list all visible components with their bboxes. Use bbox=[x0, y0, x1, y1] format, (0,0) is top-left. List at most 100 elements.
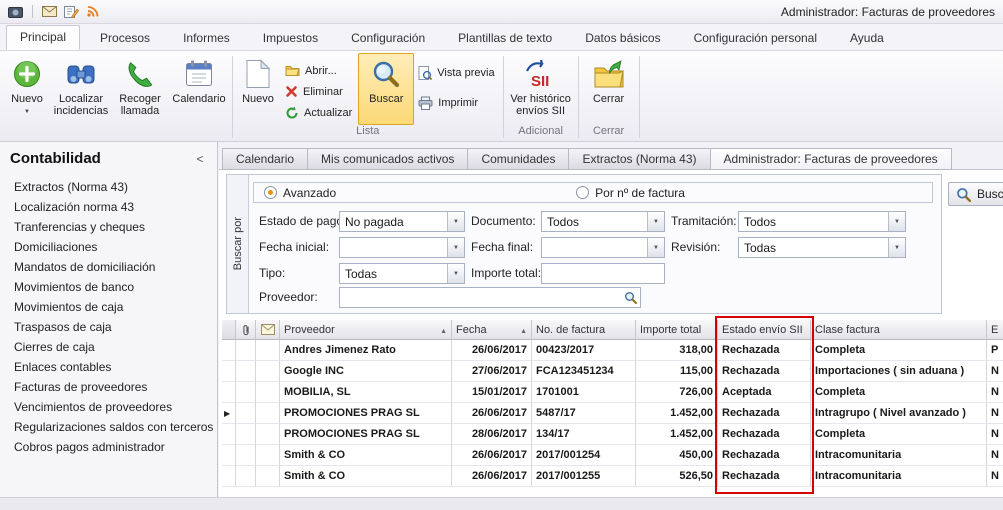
column-header-no-factura[interactable]: No. de factura bbox=[532, 320, 636, 340]
mail-column-header[interactable] bbox=[256, 320, 280, 340]
imprimir-button[interactable]: Imprimir bbox=[414, 93, 500, 113]
notes-icon[interactable] bbox=[64, 5, 79, 18]
cell-estado-pago[interactable]: N bbox=[987, 466, 1003, 487]
cell-importe-total[interactable]: 115,00 bbox=[636, 361, 718, 382]
fecha-final-select[interactable] bbox=[541, 237, 665, 258]
cell-fecha[interactable]: 26/06/2017 bbox=[452, 466, 532, 487]
sidebar-item-enlaces-contables[interactable]: Enlaces contables bbox=[0, 357, 217, 377]
buscar-go-button[interactable]: Buscar bbox=[948, 182, 1003, 206]
cell-no-factura[interactable]: 1701001 bbox=[532, 382, 636, 403]
mail-icon[interactable] bbox=[42, 6, 57, 17]
chevron-down-icon[interactable] bbox=[888, 212, 905, 231]
cell-fecha[interactable]: 27/06/2017 bbox=[452, 361, 532, 382]
cell-importe-total[interactable]: 726,00 bbox=[636, 382, 718, 403]
column-header-proveedor[interactable]: Proveedor bbox=[280, 320, 452, 340]
ver-historico-sii-button[interactable]: SII Ver histórico envíos SII bbox=[506, 53, 576, 125]
sidebar-item-regularizaciones-saldos[interactable]: Regularizaciones saldos con terceros bbox=[0, 417, 217, 437]
cell-clase-factura[interactable]: Completa bbox=[811, 340, 987, 361]
fecha-inicial-select[interactable] bbox=[339, 237, 465, 258]
collapse-sidebar-icon[interactable] bbox=[193, 152, 207, 166]
cell-estado-pago[interactable]: N bbox=[987, 382, 1003, 403]
cell-proveedor[interactable]: Smith & CO bbox=[280, 466, 452, 487]
cell-importe-total[interactable]: 526,50 bbox=[636, 466, 718, 487]
abrir-button[interactable]: Abrir... bbox=[281, 61, 358, 80]
cell-estado-envio-sii[interactable]: Rechazada bbox=[718, 445, 811, 466]
cell-proveedor[interactable]: PROMOCIONES PRAG SL bbox=[280, 424, 452, 445]
sidebar-item-extractos-norma-43[interactable]: Extractos (Norma 43) bbox=[0, 177, 217, 197]
cell-no-factura[interactable]: 00423/2017 bbox=[532, 340, 636, 361]
chevron-down-icon[interactable] bbox=[888, 238, 905, 257]
ribbon-tab-datos-basicos[interactable]: Datos básicos bbox=[572, 27, 673, 50]
sidebar-item-mandatos-domiciliacion[interactable]: Mandatos de domiciliación bbox=[0, 257, 217, 277]
ribbon-tab-procesos[interactable]: Procesos bbox=[87, 27, 163, 50]
cell-importe-total[interactable]: 450,00 bbox=[636, 445, 718, 466]
cell-clase-factura[interactable]: Importaciones ( sin aduana ) bbox=[811, 361, 987, 382]
vista-previa-button[interactable]: Vista previa bbox=[414, 63, 500, 83]
doc-tab-facturas-proveedores[interactable]: Administrador: Facturas de proveedores bbox=[711, 148, 952, 170]
eliminar-button[interactable]: Eliminar bbox=[281, 82, 358, 101]
table-row-focused[interactable]: PROMOCIONES PRAG SL 26/06/2017 5487/17 1… bbox=[222, 403, 1003, 424]
chevron-down-icon[interactable] bbox=[447, 238, 464, 257]
sidebar-item-transferencias-cheques[interactable]: Tranferencias y cheques bbox=[0, 217, 217, 237]
cell-fecha[interactable]: 28/06/2017 bbox=[452, 424, 532, 445]
cell-estado-envio-sii[interactable]: Rechazada bbox=[718, 340, 811, 361]
proveedor-input[interactable] bbox=[339, 287, 641, 308]
recoger-llamada-button[interactable]: Recoger llamada bbox=[112, 53, 168, 125]
nuevo-document-button[interactable]: Nuevo bbox=[235, 53, 281, 125]
cell-estado-envio-sii[interactable]: Aceptada bbox=[718, 382, 811, 403]
cell-estado-pago[interactable]: P bbox=[987, 340, 1003, 361]
cell-clase-factura[interactable]: Intragrupo ( Nivel avanzado ) bbox=[811, 403, 987, 424]
cell-clase-factura[interactable]: Completa bbox=[811, 424, 987, 445]
doc-tab-extractos-norma-43[interactable]: Extractos (Norma 43) bbox=[569, 148, 710, 170]
feed-icon[interactable] bbox=[86, 5, 100, 18]
doc-tab-comunicados-activos[interactable]: Mis comunicados activos bbox=[308, 148, 468, 170]
cell-importe-total[interactable]: 1.452,00 bbox=[636, 403, 718, 424]
doc-tab-comunidades[interactable]: Comunidades bbox=[468, 148, 569, 170]
proveedor-field[interactable] bbox=[340, 288, 620, 307]
column-header-estado-envio-sii[interactable]: Estado envío SII bbox=[718, 320, 811, 340]
column-header-importe-total[interactable]: Importe total bbox=[636, 320, 718, 340]
ribbon-tab-informes[interactable]: Informes bbox=[170, 27, 243, 50]
chevron-down-icon[interactable] bbox=[447, 212, 464, 231]
cell-no-factura[interactable]: 2017/001254 bbox=[532, 445, 636, 466]
ribbon-tab-principal[interactable]: Principal bbox=[6, 25, 80, 50]
table-row[interactable]: MOBILIA, SL 15/01/2017 1701001 726,00 Ac… bbox=[222, 382, 1003, 403]
cell-estado-pago[interactable]: N bbox=[987, 361, 1003, 382]
table-row[interactable]: Google INC 27/06/2017 FCA123451234 115,0… bbox=[222, 361, 1003, 382]
cell-proveedor[interactable]: Google INC bbox=[280, 361, 452, 382]
cell-estado-envio-sii[interactable]: Rechazada bbox=[718, 424, 811, 445]
cell-fecha[interactable]: 26/06/2017 bbox=[452, 340, 532, 361]
calendario-button[interactable]: Calendario bbox=[168, 53, 230, 125]
ribbon-tab-configuracion[interactable]: Configuración bbox=[338, 27, 438, 50]
sidebar-item-cobros-pagos-administrador[interactable]: Cobros pagos administrador bbox=[0, 437, 217, 457]
tramitacion-select[interactable]: Todos bbox=[738, 211, 906, 232]
sidebar-item-movimientos-caja[interactable]: Movimientos de caja bbox=[0, 297, 217, 317]
sidebar-item-movimientos-banco[interactable]: Movimientos de banco bbox=[0, 277, 217, 297]
lookup-magnifier-icon[interactable] bbox=[620, 288, 640, 307]
revision-select[interactable]: Todas bbox=[738, 237, 906, 258]
column-header-estado-pago[interactable]: E bbox=[987, 320, 1003, 340]
cell-no-factura[interactable]: FCA123451234 bbox=[532, 361, 636, 382]
cell-estado-pago[interactable]: N bbox=[987, 403, 1003, 424]
sidebar-item-facturas-proveedores[interactable]: Facturas de proveedores bbox=[0, 377, 217, 397]
cell-no-factura[interactable]: 5487/17 bbox=[532, 403, 636, 424]
sidebar-item-localizacion-norma-43[interactable]: Localización norma 43 bbox=[0, 197, 217, 217]
cell-proveedor[interactable]: PROMOCIONES PRAG SL bbox=[280, 403, 452, 424]
chevron-down-icon[interactable] bbox=[647, 212, 664, 231]
nuevo-split-button[interactable]: Nuevo bbox=[4, 53, 50, 125]
actualizar-button[interactable]: Actualizar bbox=[281, 104, 358, 123]
cerrar-button[interactable]: Cerrar bbox=[581, 53, 637, 125]
cell-estado-envio-sii[interactable]: Rechazada bbox=[718, 466, 811, 487]
cell-clase-factura[interactable]: Intracomunitaria bbox=[811, 445, 987, 466]
buscar-button[interactable]: Buscar bbox=[358, 53, 414, 125]
chevron-down-icon[interactable] bbox=[447, 264, 464, 283]
sidebar-item-domiciliaciones[interactable]: Domiciliaciones bbox=[0, 237, 217, 257]
cell-fecha[interactable]: 26/06/2017 bbox=[452, 403, 532, 424]
cell-estado-pago[interactable]: N bbox=[987, 445, 1003, 466]
cell-estado-envio-sii[interactable]: Rechazada bbox=[718, 403, 811, 424]
cell-fecha[interactable]: 26/06/2017 bbox=[452, 445, 532, 466]
estado-pago-select[interactable]: No pagada bbox=[339, 211, 465, 232]
cell-importe-total[interactable]: 1.452,00 bbox=[636, 424, 718, 445]
ribbon-tab-configuracion-personal[interactable]: Configuración personal bbox=[681, 27, 830, 50]
cell-estado-pago[interactable]: N bbox=[987, 424, 1003, 445]
